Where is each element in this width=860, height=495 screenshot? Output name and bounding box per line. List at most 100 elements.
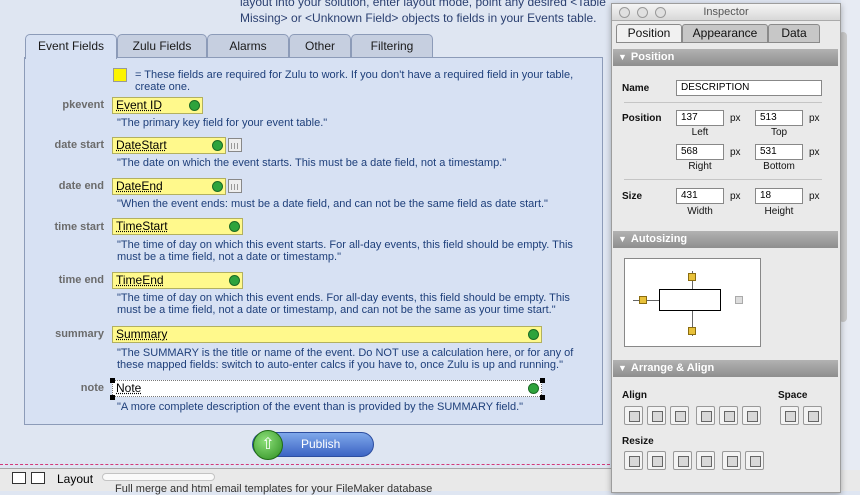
magnifier-icon [212, 181, 223, 192]
tab-other[interactable]: Other [289, 34, 351, 58]
layout-view-icon[interactable] [12, 472, 26, 484]
unit-label: px [809, 113, 820, 124]
tab-alarms[interactable]: Alarms [207, 34, 289, 58]
minimize-icon[interactable] [637, 7, 648, 18]
field-label-time-start: time start [54, 221, 104, 233]
field-label-date-end: date end [58, 180, 104, 192]
document-text-line: layout into your solution, enter layout … [240, 0, 606, 9]
up-arrow-icon: ⇧ [253, 430, 283, 460]
field-value: TimeEnd [116, 273, 164, 287]
pkevent-field[interactable]: Event ID [112, 97, 203, 114]
unit-label: px [730, 191, 741, 202]
magnifier-icon [528, 383, 539, 394]
resize-smallest-height-icon[interactable] [673, 451, 692, 470]
time-end-field[interactable]: TimeEnd [112, 272, 243, 289]
autosizing-section-header[interactable]: ▼ Autosizing [613, 231, 838, 248]
align-left-icon[interactable] [624, 406, 643, 425]
document-text-line: Missing> or <Unknown Field> objects to f… [240, 11, 597, 25]
object-name-input[interactable]: DESCRIPTION [676, 80, 822, 96]
selection-handle[interactable] [540, 378, 545, 383]
resize-largest-height-icon[interactable] [696, 451, 715, 470]
space-vertical-icon[interactable] [803, 406, 822, 425]
field-label-note: note [80, 382, 104, 394]
align-middle-icon[interactable] [719, 406, 738, 425]
width-input[interactable]: 431 [676, 188, 724, 204]
calendar-icon[interactable] [228, 138, 242, 152]
unlocked-icon[interactable] [735, 296, 743, 304]
width-caption: Width [687, 206, 713, 217]
publish-button[interactable]: ⇧ Publish [252, 430, 374, 460]
arrange-section-header[interactable]: ▼ Arrange & Align [613, 360, 838, 377]
tab-event-fields[interactable]: Event Fields [25, 34, 117, 59]
field-value: DateStart [116, 138, 167, 152]
field-label-pkevent: pkevent [62, 99, 104, 111]
right-input[interactable]: 568 [676, 144, 724, 160]
required-note: = These fields are required for Zulu to … [135, 69, 574, 93]
tab-data[interactable]: Data [768, 24, 820, 43]
position-section-header[interactable]: ▼ Position [613, 49, 838, 66]
autosizing-control[interactable] [624, 258, 761, 347]
tab-filtering[interactable]: Filtering [351, 34, 433, 58]
note-field[interactable]: Note [112, 380, 542, 397]
bottom-input[interactable]: 531 [755, 144, 803, 160]
summary-field[interactable]: Summary [112, 326, 542, 343]
selection-handle[interactable] [540, 395, 545, 400]
magnifier-icon [189, 100, 200, 111]
size-label: Size [622, 191, 643, 202]
field-label-summary: summary [55, 328, 104, 340]
resize-largest-width-icon[interactable] [647, 451, 666, 470]
space-horizontal-icon[interactable] [780, 406, 799, 425]
align-top-icon[interactable] [696, 406, 715, 425]
tab-appearance[interactable]: Appearance [682, 24, 768, 43]
tab-zulu-fields[interactable]: Zulu Fields [117, 34, 207, 58]
align-right-icon[interactable] [670, 406, 689, 425]
align-center-icon[interactable] [647, 406, 666, 425]
zoom-icon[interactable] [655, 7, 666, 18]
lock-icon[interactable] [688, 273, 696, 281]
tab-position[interactable]: Position [616, 24, 682, 43]
date-end-field[interactable]: DateEnd [112, 178, 226, 195]
field-value: Event ID [116, 98, 163, 112]
top-input[interactable]: 513 [755, 110, 803, 126]
field-description: "The date on which the event starts. Thi… [117, 157, 507, 169]
lock-icon[interactable] [688, 327, 696, 335]
resize-largest-both-icon[interactable] [745, 451, 764, 470]
space-label: Space [778, 390, 808, 401]
mode-label: Layout [57, 472, 94, 486]
close-icon[interactable] [619, 7, 630, 18]
selection-handle[interactable] [110, 395, 115, 400]
field-description: "The time of day on which this event end… [117, 292, 570, 316]
align-bottom-icon[interactable] [742, 406, 761, 425]
calendar-icon[interactable] [228, 179, 242, 193]
horizontal-scrollbar[interactable] [102, 473, 215, 481]
resize-label: Resize [622, 436, 654, 447]
resize-smallest-width-icon[interactable] [624, 451, 643, 470]
selection-handle[interactable] [110, 378, 115, 383]
field-value: Note [116, 381, 142, 395]
date-start-field[interactable]: DateStart [112, 137, 226, 154]
field-label-time-end: time end [58, 274, 104, 286]
magnifier-icon [229, 275, 240, 286]
align-label: Align [622, 390, 647, 401]
inspector-window: Inspector Position Appearance Data ▼ Posi… [611, 3, 841, 493]
object-preview [659, 289, 721, 311]
disclosure-triangle-icon: ▼ [618, 234, 627, 244]
field-description: "The time of day on which this event sta… [117, 239, 573, 263]
resize-smallest-both-icon[interactable] [722, 451, 741, 470]
left-caption: Left [691, 127, 709, 138]
field-description: "A more complete description of the even… [117, 401, 524, 413]
top-caption: Top [770, 127, 788, 138]
lock-icon[interactable] [639, 296, 647, 304]
height-input[interactable]: 18 [755, 188, 803, 204]
unit-label: px [809, 147, 820, 158]
divider [624, 102, 822, 103]
time-start-field[interactable]: TimeStart [112, 218, 243, 235]
document-text: layout into your solution, enter layout … [240, 0, 620, 26]
required-color-swatch [113, 68, 127, 82]
disclosure-triangle-icon: ▼ [618, 363, 627, 373]
section-title: Autosizing [630, 233, 688, 245]
table-view-icon[interactable] [31, 472, 45, 484]
field-label-date-start: date start [54, 139, 104, 151]
left-input[interactable]: 137 [676, 110, 724, 126]
field-value: DateEnd [116, 179, 163, 193]
